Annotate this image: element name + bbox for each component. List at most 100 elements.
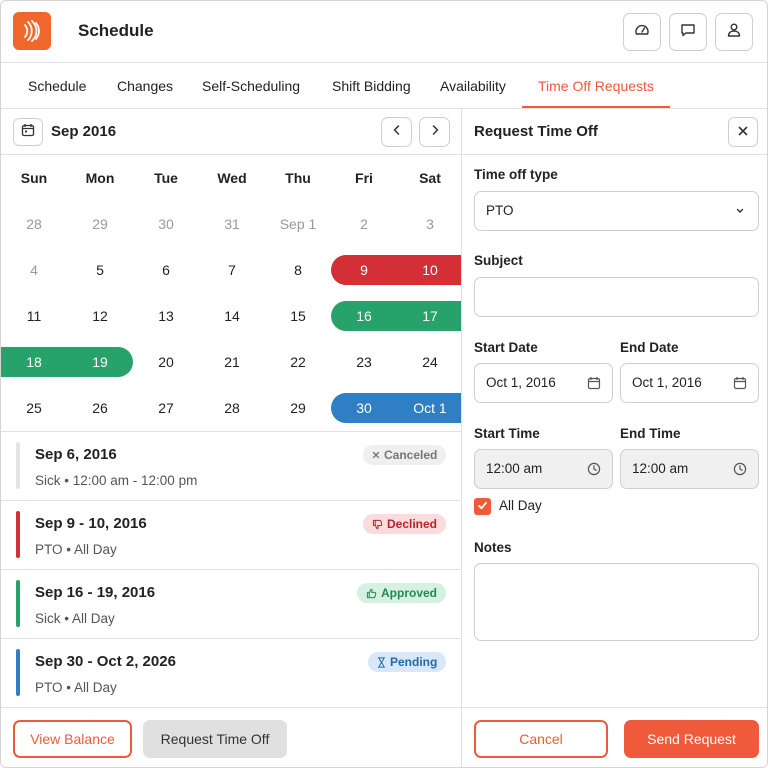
time-off-type-select[interactable]: PTO [474, 191, 759, 231]
calendar-day[interactable]: 18 [1, 339, 67, 385]
cancel-button[interactable]: Cancel [474, 720, 608, 758]
request-item[interactable]: Sep 30 - Oct 2, 2026 PTO • All Day Pending [1, 639, 461, 708]
tab-changes[interactable]: Changes [117, 63, 173, 109]
calendar-day[interactable]: 13 [133, 293, 199, 339]
view-balance-button[interactable]: View Balance [13, 720, 132, 758]
status-label: Approved [381, 586, 438, 600]
status-label: Declined [387, 517, 438, 531]
form-title: Request Time Off [474, 123, 598, 140]
weekday-row: Sun Mon Tue Wed Thu Fri Sat [1, 155, 461, 201]
request-date: Sep 16 - 19, 2016 [35, 584, 156, 601]
calendar-day[interactable]: 16 [331, 293, 397, 339]
dashboard-icon [634, 22, 650, 43]
calendar-day[interactable]: 9 [331, 247, 397, 293]
calendar-day[interactable]: 8 [265, 247, 331, 293]
chevron-left-icon [391, 123, 403, 141]
calendar-picker-button[interactable] [13, 118, 43, 146]
calendar-day[interactable]: 14 [199, 293, 265, 339]
calendar-day[interactable]: 17 [397, 293, 463, 339]
calendar-day[interactable]: 26 [67, 385, 133, 431]
request-details: PTO • All Day [35, 542, 117, 557]
tab-shift-bidding[interactable]: Shift Bidding [332, 63, 411, 109]
end-date-input[interactable]: Oct 1, 2016 [620, 363, 759, 403]
calendar-day[interactable]: 31 [199, 201, 265, 247]
request-item[interactable]: Sep 9 - 10, 2016 PTO • All Day Declined [1, 501, 461, 570]
request-item[interactable]: Sep 16 - 19, 2016 Sick • All Day Approved [1, 570, 461, 639]
calendar-day[interactable]: 30 [133, 201, 199, 247]
tab-availability[interactable]: Availability [440, 63, 506, 109]
status-label: Pending [390, 655, 438, 669]
dashboard-button[interactable] [623, 13, 661, 51]
request-time-off-button[interactable]: Request Time Off [143, 720, 287, 758]
calendar-day[interactable]: 19 [67, 339, 133, 385]
calendar-day[interactable]: 22 [265, 339, 331, 385]
calendar-day[interactable]: 6 [133, 247, 199, 293]
calendar-day[interactable]: 2 [331, 201, 397, 247]
user-button[interactable] [715, 13, 753, 51]
calendar-day[interactable]: 20 [133, 339, 199, 385]
start-time-input[interactable]: 12:00 am [474, 449, 613, 489]
calendar-day[interactable]: 28 [199, 385, 265, 431]
calendar-day[interactable]: 7 [199, 247, 265, 293]
close-button[interactable] [728, 117, 758, 147]
thumbs-down-icon [372, 519, 383, 530]
weekday-mon: Mon [85, 170, 115, 186]
status-stripe [16, 442, 20, 489]
request-item[interactable]: Sep 6, 2016 Sick • 12:00 am - 12:00 pm Can… [1, 432, 461, 501]
tab-schedule[interactable]: Schedule [28, 63, 86, 109]
weekday-thu: Thu [285, 170, 311, 186]
calendar-day[interactable]: 11 [1, 293, 67, 339]
all-day-checkbox[interactable] [474, 498, 491, 515]
calendar-day[interactable]: 24 [397, 339, 463, 385]
calendar-day[interactable]: 21 [199, 339, 265, 385]
calendar-day[interactable]: 23 [331, 339, 397, 385]
tab-bar: Schedule Changes Self-Scheduling Shift B… [1, 63, 767, 109]
request-type: Sick [35, 611, 61, 626]
calendar-day[interactable]: 10 [397, 247, 463, 293]
calendar-panel: Sep 2016 Sun Mon Tue Wed Thu Fri Sat 28 29 30 31 S… [1, 109, 463, 767]
all-day-label: All Day [499, 498, 542, 513]
x-icon [372, 451, 380, 459]
calendar-day[interactable]: Sep 1 [265, 201, 331, 247]
start-date-label: Start Date [474, 340, 538, 355]
calendar-day[interactable]: 12 [67, 293, 133, 339]
request-date: Sep 9 - 10, 2016 [35, 515, 147, 532]
send-request-button[interactable]: Send Request [624, 720, 759, 758]
subject-label: Subject [474, 253, 523, 268]
calendar-day[interactable]: 3 [397, 201, 463, 247]
tab-self-scheduling[interactable]: Self-Scheduling [202, 63, 300, 109]
start-date-input[interactable]: Oct 1, 2016 [474, 363, 613, 403]
calendar-day[interactable]: 15 [265, 293, 331, 339]
calendar-day[interactable]: 30 [331, 385, 397, 431]
calendar-day[interactable]: 28 [1, 201, 67, 247]
separator: • [62, 680, 74, 695]
calendar-day[interactable]: 5 [67, 247, 133, 293]
end-date-value: Oct 1, 2016 [632, 375, 702, 390]
chevron-down-icon [732, 203, 748, 219]
calendar-day[interactable]: 4 [1, 247, 67, 293]
calendar-day[interactable]: 29 [67, 201, 133, 247]
request-date: Sep 30 - Oct 2, 2026 [35, 653, 176, 670]
close-icon [738, 123, 748, 141]
time-off-type-label: Time off type [474, 167, 558, 182]
separator: • [60, 473, 73, 488]
status-stripe [16, 649, 20, 696]
next-month-button[interactable] [419, 117, 450, 147]
weekday-sat: Sat [419, 170, 441, 186]
calendar-day[interactable]: Oct 1 [397, 385, 463, 431]
calendar-day[interactable]: 27 [133, 385, 199, 431]
calendar-day[interactable]: 25 [1, 385, 67, 431]
clock-icon [586, 461, 602, 477]
subject-input[interactable] [474, 277, 759, 317]
prev-month-button[interactable] [381, 117, 412, 147]
status-stripe [16, 580, 20, 627]
end-time-input[interactable]: 12:00 am [620, 449, 759, 489]
calendar-day[interactable]: 29 [265, 385, 331, 431]
request-details: Sick • 12:00 am - 12:00 pm [35, 473, 197, 488]
tab-time-off-requests[interactable]: Time Off Requests [522, 63, 670, 109]
user-icon [726, 22, 742, 43]
form-footer: Cancel Send Request [462, 707, 767, 767]
notes-textarea[interactable] [474, 563, 759, 641]
clock-icon [732, 461, 748, 477]
chat-button[interactable] [669, 13, 707, 51]
